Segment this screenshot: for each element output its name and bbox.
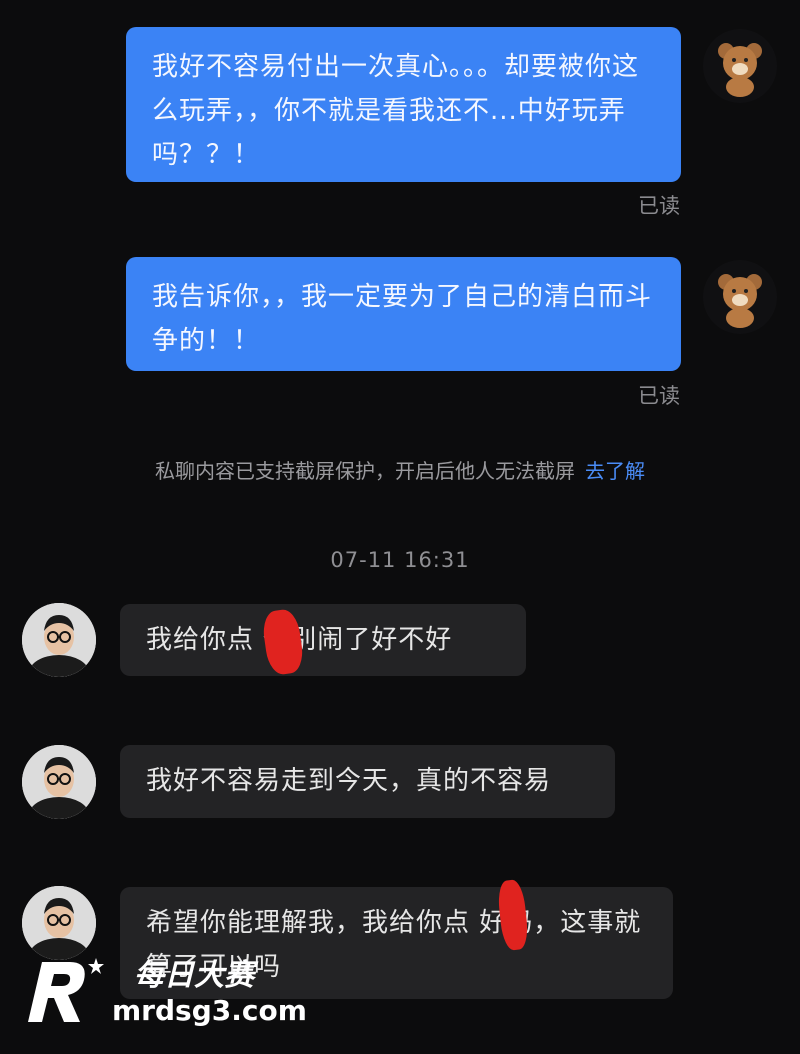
message-text: 我好不容易走到今天，真的不容易 xyxy=(146,766,552,796)
man-avatar-icon[interactable] xyxy=(22,745,96,819)
read-status: 已读 xyxy=(638,194,680,218)
outgoing-message-bubble[interactable]: 我告诉你，，我一定要为了自己的清白而斗争的！！ xyxy=(126,257,681,371)
watermark: 每日大赛 mrdsg3.com xyxy=(24,950,334,1030)
watermark-brand: 每日大赛 xyxy=(134,958,254,993)
incoming-message-bubble[interactable]: 我好不容易走到今天，真的不容易 xyxy=(120,745,615,818)
read-status: 已读 xyxy=(638,384,680,408)
man-avatar-icon[interactable] xyxy=(22,886,96,960)
incoming-message-bubble[interactable]: 我给你点 你别闹了好不好 xyxy=(120,604,526,676)
chat-timestamp: 07-11 16:31 xyxy=(330,548,470,572)
message-text: 我好不容易付出一次真心。。。却要被你这么玩弄，，你不就是看我还不...中好玩弄吗… xyxy=(152,52,640,170)
bear-avatar-icon[interactable] xyxy=(703,260,777,334)
learn-more-link[interactable]: 去了解 xyxy=(585,459,645,483)
message-text: 我告诉你，，我一定要为了自己的清白而斗争的！！ xyxy=(152,282,653,356)
brand-logo-icon xyxy=(28,958,104,1022)
watermark-url: mrdsg3.com xyxy=(112,994,307,1027)
bear-avatar-icon[interactable] xyxy=(703,29,777,103)
outgoing-message-bubble[interactable]: 我好不容易付出一次真心。。。却要被你这么玩弄，，你不就是看我还不...中好玩弄吗… xyxy=(126,27,681,182)
notice-text: 私聊内容已支持截屏保护，开启后他人无法截屏 xyxy=(155,459,575,483)
screenshot-protection-notice: 私聊内容已支持截屏保护，开启后他人无法截屏 去了解 xyxy=(0,455,800,484)
man-avatar-icon[interactable] xyxy=(22,603,96,677)
